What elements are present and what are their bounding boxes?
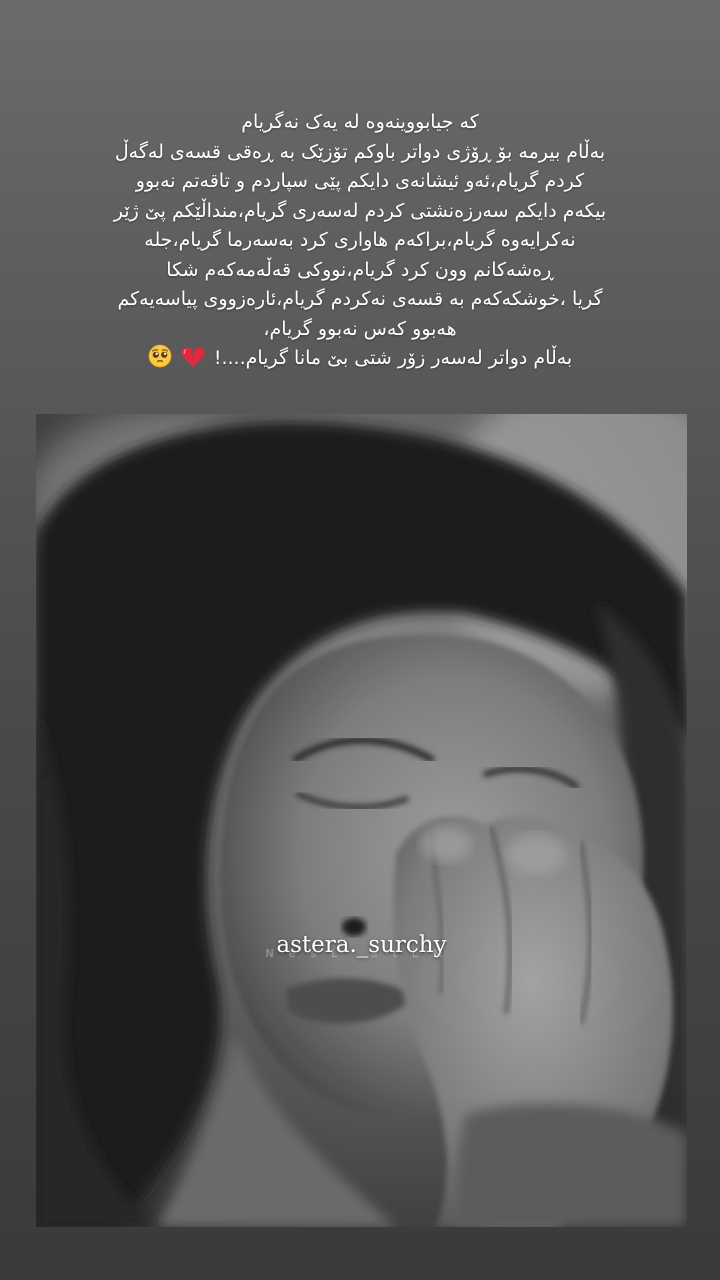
caption-line: گریا ،خوشکەکەم بە قسەی نەکردم گریام،ئارە… bbox=[117, 288, 603, 310]
story-photo: NesL atLM astera._surchy bbox=[36, 414, 687, 1227]
caption-line: ڕەشەکانم وون کرد گریام،نووکی قەڵەمەکەم ش… bbox=[166, 258, 554, 281]
grayscale-photo-woman-crying bbox=[36, 414, 687, 1227]
pleading-face-icon bbox=[148, 344, 172, 378]
caption-line: کردم گریام،ئەو ئیشانەی دایکم پێی سپاردم … bbox=[135, 170, 585, 192]
caption-last-line: بەڵام دواتر لەسەر زۆر شتی بێ مانا گریام.… bbox=[40, 344, 680, 378]
caption-line: کە جیابووینەوە لە یەک نەگریام bbox=[241, 111, 479, 133]
caption-line: بیکەم دایکم سەرزەنشتی کردم لەسەری گریام،… bbox=[113, 199, 607, 222]
caption-line: نەکرایەوە گریام،براکەم هاواری کرد بەسەرم… bbox=[144, 229, 576, 251]
username-tag[interactable]: astera._surchy bbox=[36, 932, 687, 958]
broken-heart-icon bbox=[181, 346, 205, 378]
caption-line: بەڵام بیرمە بۆ ڕۆژی دواتر باوکم تۆزێک بە… bbox=[114, 140, 606, 163]
story-caption: کە جیابووینەوە لە یەک نەگریام بەڵام بیرم… bbox=[40, 108, 680, 378]
caption-line: هەبوو کەس نەبوو گریام، bbox=[263, 317, 457, 340]
caption-line-text: بەڵام دواتر لەسەر زۆر شتی بێ مانا گریام.… bbox=[213, 347, 573, 369]
